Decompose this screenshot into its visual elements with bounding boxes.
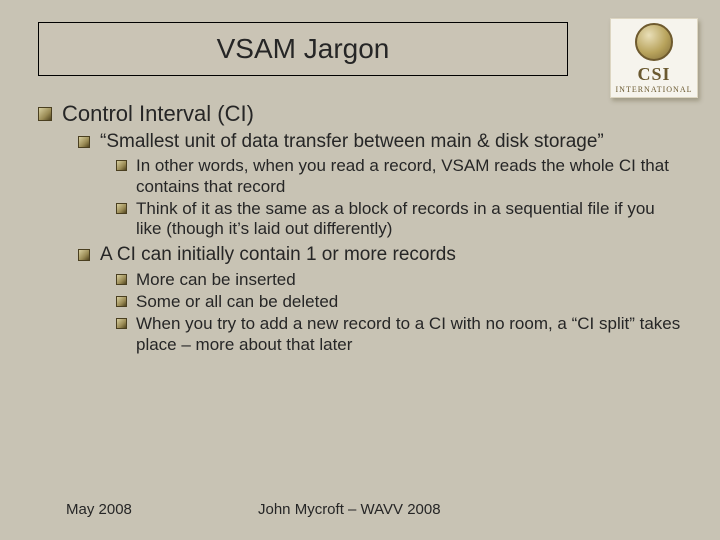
footer-author: John Mycroft – WAVV 2008: [258, 501, 441, 518]
bullet-text: Think of it as the same as a block of re…: [136, 199, 655, 238]
bullet-l3: When you try to add a new record to a CI…: [116, 314, 684, 355]
slide-content: Control Interval (CI) “Smallest unit of …: [38, 100, 684, 359]
footer-date: May 2008: [66, 501, 132, 518]
bullet-icon: [116, 160, 127, 171]
bullet-icon: [116, 318, 127, 329]
logo-line1: CSI: [637, 65, 670, 83]
bullet-icon: [78, 136, 90, 148]
bullet-text: More can be inserted: [136, 270, 296, 289]
bullet-text: Control Interval (CI): [62, 101, 254, 126]
logo-line2: INTERNATIONAL: [616, 85, 693, 94]
slide-title-band: VSAM Jargon: [38, 22, 568, 76]
bullet-l2: “Smallest unit of data transfer between …: [78, 131, 684, 240]
bullet-icon: [78, 249, 90, 261]
bullet-icon: [116, 296, 127, 307]
bullet-l3: Think of it as the same as a block of re…: [116, 199, 684, 240]
bullet-icon: [116, 274, 127, 285]
bullet-l3: Some or all can be deleted: [116, 292, 684, 312]
bullet-icon: [38, 107, 52, 121]
bullet-text: A CI can initially contain 1 or more rec…: [100, 244, 456, 265]
csi-logo: CSI INTERNATIONAL: [610, 18, 698, 98]
bullet-l3: More can be inserted: [116, 270, 684, 290]
bullet-text: When you try to add a new record to a CI…: [136, 314, 680, 353]
bullet-l3: In other words, when you read a record, …: [116, 156, 684, 197]
bullet-text: “Smallest unit of data transfer between …: [100, 131, 604, 152]
slide: VSAM Jargon CSI INTERNATIONAL Control In…: [0, 0, 720, 540]
bullet-icon: [116, 203, 127, 214]
bullet-l1: Control Interval (CI) “Smallest unit of …: [38, 100, 684, 355]
bullet-text: Some or all can be deleted: [136, 292, 338, 311]
slide-title: VSAM Jargon: [217, 33, 390, 65]
bullet-l2: A CI can initially contain 1 or more rec…: [78, 244, 684, 355]
bullet-text: In other words, when you read a record, …: [136, 156, 669, 195]
globe-icon: [635, 23, 673, 61]
